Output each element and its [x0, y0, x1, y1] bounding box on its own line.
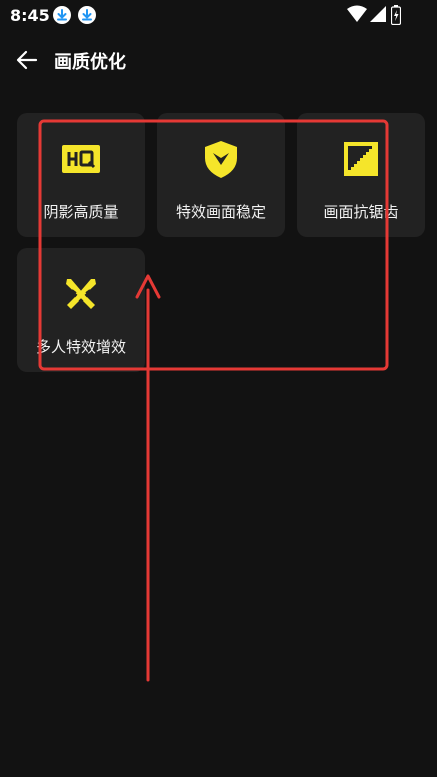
status-time: 8:45: [10, 6, 50, 25]
crossed-swords-icon: [61, 274, 101, 314]
download-icon: [53, 6, 71, 24]
page-title: 画质优化: [54, 52, 126, 73]
status-bar: 8:45: [0, 0, 437, 30]
option-label: 画面抗锯齿: [323, 203, 399, 221]
hq-icon: [61, 139, 101, 179]
signal-icon: [370, 6, 386, 22]
option-tile-shadow-hq[interactable]: 阴影高质量: [17, 113, 145, 237]
shield-icon: [201, 139, 241, 179]
arrow-left-icon: [16, 50, 38, 70]
download-icon: [78, 6, 96, 24]
status-right-icons: [347, 5, 407, 25]
option-label: 特效画面稳定: [175, 203, 266, 221]
option-tile-effect-stable[interactable]: 特效画面稳定: [157, 113, 285, 237]
wifi-icon: [347, 5, 367, 22]
app-header: 画质优化: [0, 40, 437, 80]
option-label: 阴影高质量: [43, 203, 119, 221]
option-label: 多人特效增效: [35, 338, 126, 356]
back-button[interactable]: [14, 48, 40, 72]
option-tile-multiplayer-effect[interactable]: 多人特效增效: [17, 248, 145, 372]
battery-charging-icon: [391, 5, 401, 25]
stair-square-icon: [341, 139, 381, 179]
option-tile-anti-aliasing[interactable]: 画面抗锯齿: [297, 113, 425, 237]
